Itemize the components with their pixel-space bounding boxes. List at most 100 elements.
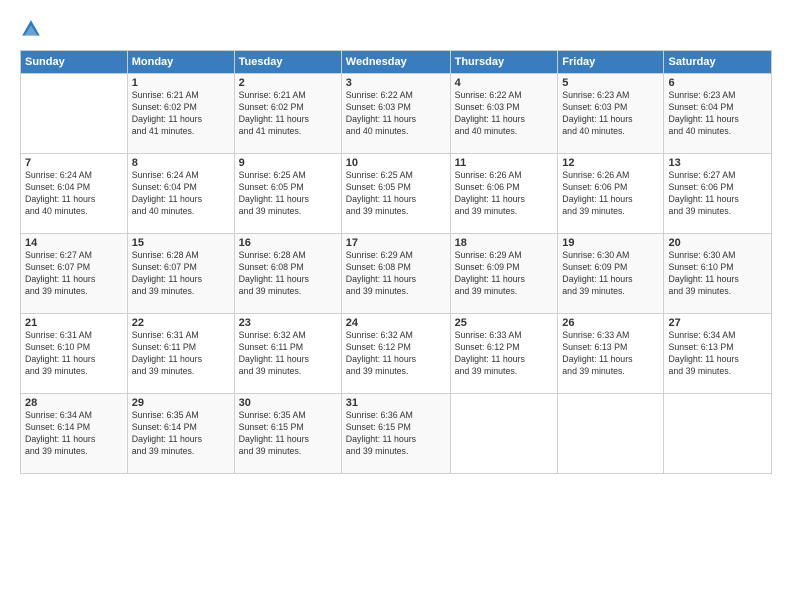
col-header-sunday: Sunday bbox=[21, 51, 128, 74]
day-info: Sunrise: 6:21 AM Sunset: 6:02 PM Dayligh… bbox=[239, 90, 337, 138]
day-info: Sunrise: 6:25 AM Sunset: 6:05 PM Dayligh… bbox=[346, 170, 446, 218]
day-cell: 3Sunrise: 6:22 AM Sunset: 6:03 PM Daylig… bbox=[341, 74, 450, 154]
day-info: Sunrise: 6:26 AM Sunset: 6:06 PM Dayligh… bbox=[562, 170, 659, 218]
col-header-friday: Friday bbox=[558, 51, 664, 74]
header-row: SundayMondayTuesdayWednesdayThursdayFrid… bbox=[21, 51, 772, 74]
day-number: 14 bbox=[25, 237, 123, 249]
day-cell: 16Sunrise: 6:28 AM Sunset: 6:08 PM Dayli… bbox=[234, 234, 341, 314]
day-info: Sunrise: 6:28 AM Sunset: 6:07 PM Dayligh… bbox=[132, 250, 230, 298]
day-info: Sunrise: 6:36 AM Sunset: 6:15 PM Dayligh… bbox=[346, 410, 446, 458]
day-cell: 15Sunrise: 6:28 AM Sunset: 6:07 PM Dayli… bbox=[127, 234, 234, 314]
day-number: 18 bbox=[455, 237, 554, 249]
day-number: 27 bbox=[668, 317, 767, 329]
day-info: Sunrise: 6:31 AM Sunset: 6:10 PM Dayligh… bbox=[25, 330, 123, 378]
day-info: Sunrise: 6:32 AM Sunset: 6:12 PM Dayligh… bbox=[346, 330, 446, 378]
day-number: 28 bbox=[25, 397, 123, 409]
day-info: Sunrise: 6:22 AM Sunset: 6:03 PM Dayligh… bbox=[346, 90, 446, 138]
day-info: Sunrise: 6:27 AM Sunset: 6:06 PM Dayligh… bbox=[668, 170, 767, 218]
day-number: 3 bbox=[346, 77, 446, 89]
day-info: Sunrise: 6:22 AM Sunset: 6:03 PM Dayligh… bbox=[455, 90, 554, 138]
day-number: 13 bbox=[668, 157, 767, 169]
week-row-1: 7 Sunrise: 6:24 AM Sunset: 6:04 PM Daylig… bbox=[21, 154, 772, 234]
day-cell: 30Sunrise: 6:35 AM Sunset: 6:15 PM Dayli… bbox=[234, 394, 341, 474]
day-cell: 1Sunrise: 6:21 AM Sunset: 6:02 PM Daylig… bbox=[127, 74, 234, 154]
calendar: SundayMondayTuesdayWednesdayThursdayFrid… bbox=[20, 50, 772, 474]
day-info: Sunrise: 6:30 AM Sunset: 6:09 PM Dayligh… bbox=[562, 250, 659, 298]
day-cell: 9Sunrise: 6:25 AM Sunset: 6:05 PM Daylig… bbox=[234, 154, 341, 234]
day-number: 6 bbox=[668, 77, 767, 89]
day-cell: 21Sunrise: 6:31 AM Sunset: 6:10 PM Dayli… bbox=[21, 314, 128, 394]
day-info: Sunrise: 6:29 AM Sunset: 6:09 PM Dayligh… bbox=[455, 250, 554, 298]
col-header-wednesday: Wednesday bbox=[341, 51, 450, 74]
day-number: 9 bbox=[239, 157, 337, 169]
day-number: 21 bbox=[25, 317, 123, 329]
day-info: Sunrise: 6:35 AM Sunset: 6:14 PM Dayligh… bbox=[132, 410, 230, 458]
week-row-4: 28Sunrise: 6:34 AM Sunset: 6:14 PM Dayli… bbox=[21, 394, 772, 474]
day-number: 26 bbox=[562, 317, 659, 329]
day-info: Sunrise: 6:24 AM Sunset: 6:04 PM Dayligh… bbox=[132, 170, 230, 218]
day-number: 19 bbox=[562, 237, 659, 249]
day-cell: 2Sunrise: 6:21 AM Sunset: 6:02 PM Daylig… bbox=[234, 74, 341, 154]
day-info: Sunrise: 6:28 AM Sunset: 6:08 PM Dayligh… bbox=[239, 250, 337, 298]
day-cell: 23Sunrise: 6:32 AM Sunset: 6:11 PM Dayli… bbox=[234, 314, 341, 394]
week-row-3: 21Sunrise: 6:31 AM Sunset: 6:10 PM Dayli… bbox=[21, 314, 772, 394]
logo-icon bbox=[20, 18, 42, 40]
col-header-monday: Monday bbox=[127, 51, 234, 74]
day-cell: 6Sunrise: 6:23 AM Sunset: 6:04 PM Daylig… bbox=[664, 74, 772, 154]
col-header-thursday: Thursday bbox=[450, 51, 558, 74]
week-row-0: 1Sunrise: 6:21 AM Sunset: 6:02 PM Daylig… bbox=[21, 74, 772, 154]
day-cell: 10Sunrise: 6:25 AM Sunset: 6:05 PM Dayli… bbox=[341, 154, 450, 234]
logo bbox=[20, 18, 44, 40]
day-cell: 24Sunrise: 6:32 AM Sunset: 6:12 PM Dayli… bbox=[341, 314, 450, 394]
day-number: 4 bbox=[455, 77, 554, 89]
day-cell bbox=[450, 394, 558, 474]
day-number: 15 bbox=[132, 237, 230, 249]
day-info: Sunrise: 6:34 AM Sunset: 6:13 PM Dayligh… bbox=[668, 330, 767, 378]
header bbox=[20, 18, 772, 40]
calendar-body: 1Sunrise: 6:21 AM Sunset: 6:02 PM Daylig… bbox=[21, 74, 772, 474]
day-cell: 28Sunrise: 6:34 AM Sunset: 6:14 PM Dayli… bbox=[21, 394, 128, 474]
day-number: 29 bbox=[132, 397, 230, 409]
day-cell: 17Sunrise: 6:29 AM Sunset: 6:08 PM Dayli… bbox=[341, 234, 450, 314]
day-cell: 20Sunrise: 6:30 AM Sunset: 6:10 PM Dayli… bbox=[664, 234, 772, 314]
day-info: Sunrise: 6:35 AM Sunset: 6:15 PM Dayligh… bbox=[239, 410, 337, 458]
day-cell: 26Sunrise: 6:33 AM Sunset: 6:13 PM Dayli… bbox=[558, 314, 664, 394]
day-cell: 12Sunrise: 6:26 AM Sunset: 6:06 PM Dayli… bbox=[558, 154, 664, 234]
day-number: 25 bbox=[455, 317, 554, 329]
day-info: Sunrise: 6:25 AM Sunset: 6:05 PM Dayligh… bbox=[239, 170, 337, 218]
day-number: 23 bbox=[239, 317, 337, 329]
day-cell: 18Sunrise: 6:29 AM Sunset: 6:09 PM Dayli… bbox=[450, 234, 558, 314]
day-cell bbox=[664, 394, 772, 474]
day-cell: 19Sunrise: 6:30 AM Sunset: 6:09 PM Dayli… bbox=[558, 234, 664, 314]
day-cell: 31Sunrise: 6:36 AM Sunset: 6:15 PM Dayli… bbox=[341, 394, 450, 474]
day-cell: 25Sunrise: 6:33 AM Sunset: 6:12 PM Dayli… bbox=[450, 314, 558, 394]
day-cell: 4Sunrise: 6:22 AM Sunset: 6:03 PM Daylig… bbox=[450, 74, 558, 154]
day-number: 24 bbox=[346, 317, 446, 329]
day-number: 2 bbox=[239, 77, 337, 89]
day-number: 8 bbox=[132, 157, 230, 169]
day-cell: 22Sunrise: 6:31 AM Sunset: 6:11 PM Dayli… bbox=[127, 314, 234, 394]
day-info: Sunrise: 6:23 AM Sunset: 6:04 PM Dayligh… bbox=[668, 90, 767, 138]
day-info: Sunrise: 6:33 AM Sunset: 6:13 PM Dayligh… bbox=[562, 330, 659, 378]
day-number: 22 bbox=[132, 317, 230, 329]
page: SundayMondayTuesdayWednesdayThursdayFrid… bbox=[0, 0, 792, 612]
calendar-header: SundayMondayTuesdayWednesdayThursdayFrid… bbox=[21, 51, 772, 74]
day-cell bbox=[558, 394, 664, 474]
day-cell: 7Sunrise: 6:24 AM Sunset: 6:04 PM Daylig… bbox=[21, 154, 128, 234]
day-info: Sunrise: 6:27 AM Sunset: 6:07 PM Dayligh… bbox=[25, 250, 123, 298]
day-info: Sunrise: 6:33 AM Sunset: 6:12 PM Dayligh… bbox=[455, 330, 554, 378]
day-cell: 5Sunrise: 6:23 AM Sunset: 6:03 PM Daylig… bbox=[558, 74, 664, 154]
day-cell: 14Sunrise: 6:27 AM Sunset: 6:07 PM Dayli… bbox=[21, 234, 128, 314]
day-cell: 27Sunrise: 6:34 AM Sunset: 6:13 PM Dayli… bbox=[664, 314, 772, 394]
day-info: Sunrise: 6:34 AM Sunset: 6:14 PM Dayligh… bbox=[25, 410, 123, 458]
day-info: Sunrise: 6:23 AM Sunset: 6:03 PM Dayligh… bbox=[562, 90, 659, 138]
day-number: 7 bbox=[25, 157, 123, 169]
day-cell: 29Sunrise: 6:35 AM Sunset: 6:14 PM Dayli… bbox=[127, 394, 234, 474]
day-info: Sunrise: 6:32 AM Sunset: 6:11 PM Dayligh… bbox=[239, 330, 337, 378]
day-info: Sunrise: 6:29 AM Sunset: 6:08 PM Dayligh… bbox=[346, 250, 446, 298]
day-number: 12 bbox=[562, 157, 659, 169]
day-number: 1 bbox=[132, 77, 230, 89]
day-number: 5 bbox=[562, 77, 659, 89]
col-header-saturday: Saturday bbox=[664, 51, 772, 74]
day-info: Sunrise: 6:21 AM Sunset: 6:02 PM Dayligh… bbox=[132, 90, 230, 138]
